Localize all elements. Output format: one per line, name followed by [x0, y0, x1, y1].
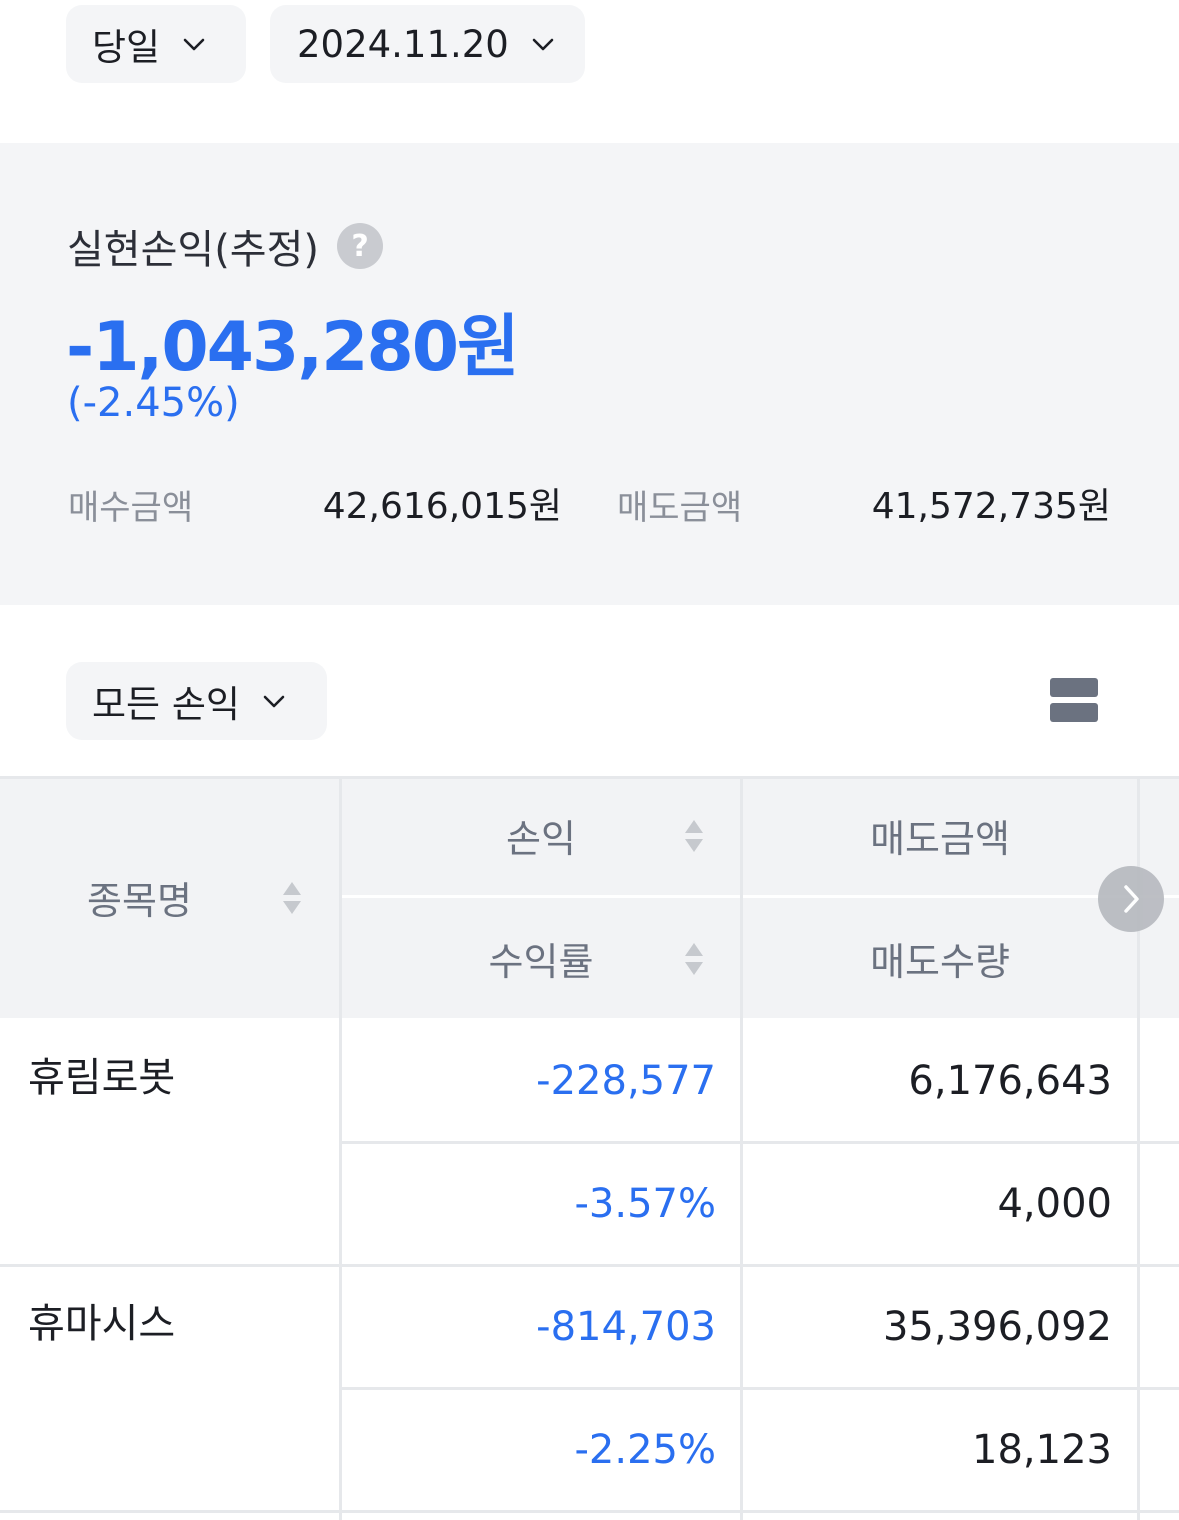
header-sell-amount: 매도금액 [743, 776, 1137, 895]
divider [0, 776, 1179, 779]
sort-icon[interactable] [684, 942, 704, 976]
divider [0, 1510, 1179, 1513]
header-profit[interactable]: 손익 [342, 776, 740, 895]
chevron-down-icon [183, 38, 205, 51]
chevron-down-icon [532, 38, 554, 51]
header-return-rate[interactable]: 수익률 [342, 898, 740, 1018]
buy-amount-value: 42,616,015원 [322, 486, 562, 527]
scroll-right-button[interactable] [1098, 866, 1164, 932]
return-rate-value: -2.25% [574, 1427, 716, 1473]
profit-value: -814,703 [536, 1304, 716, 1350]
realized-profit-rate: (-2.45%) [67, 380, 240, 426]
sell-amount-value: 41,572,735원 [871, 486, 1111, 527]
stock-name[interactable]: 휴림로봇 [28, 1044, 175, 1104]
period-label: 당일 [92, 26, 161, 69]
date-select[interactable]: 2024.11.20 [270, 5, 585, 83]
sort-icon[interactable] [684, 819, 704, 853]
divider [342, 895, 1179, 898]
period-select[interactable]: 당일 [66, 5, 246, 83]
header-stock-name-label: 종목명 [87, 878, 192, 923]
sort-icon[interactable] [282, 881, 302, 915]
header-sell-qty-label: 매도수량 [870, 939, 1010, 984]
header-profit-label: 손익 [506, 817, 576, 861]
return-rate-value: -3.57% [574, 1181, 716, 1227]
chevron-down-icon [263, 695, 285, 708]
summary-title-row: 실현손익(추정) ? [67, 217, 384, 275]
chevron-right-icon [1124, 885, 1139, 913]
sell-qty-value: 4,000 [997, 1181, 1112, 1227]
realized-profit-summary: 실현손익(추정) ? -1,043,280원 (-2.45%) 매수금액 42,… [0, 143, 1179, 605]
profit-value: -228,577 [536, 1058, 716, 1104]
sell-qty-value: 18,123 [972, 1427, 1112, 1473]
sell-amount-label: 매도금액 [617, 488, 743, 528]
summary-title: 실현손익(추정) [67, 227, 320, 273]
stock-name[interactable]: 휴마시스 [28, 1290, 175, 1350]
help-icon[interactable]: ? [337, 223, 384, 269]
sell-amount-value: 35,396,092 [882, 1304, 1112, 1350]
profit-table: 종목명 손익 수익률 매도금액 매도수량 휴림로봇 -228,577 -3.57… [0, 776, 1179, 1520]
sell-amount-value: 6,176,643 [908, 1058, 1112, 1104]
date-label: 2024.11.20 [297, 22, 509, 66]
menu-icon[interactable] [1050, 678, 1098, 722]
profit-filter-label: 모든 손익 [92, 683, 240, 726]
header-sell-qty: 매도수량 [743, 898, 1137, 1018]
buy-amount-label: 매수금액 [68, 488, 194, 528]
profit-filter-select[interactable]: 모든 손익 [66, 662, 327, 740]
header-return-rate-label: 수익률 [488, 939, 594, 984]
realized-profit-amount: -1,043,280원 [66, 308, 520, 387]
header-sell-amount-label: 매도금액 [870, 817, 1010, 861]
